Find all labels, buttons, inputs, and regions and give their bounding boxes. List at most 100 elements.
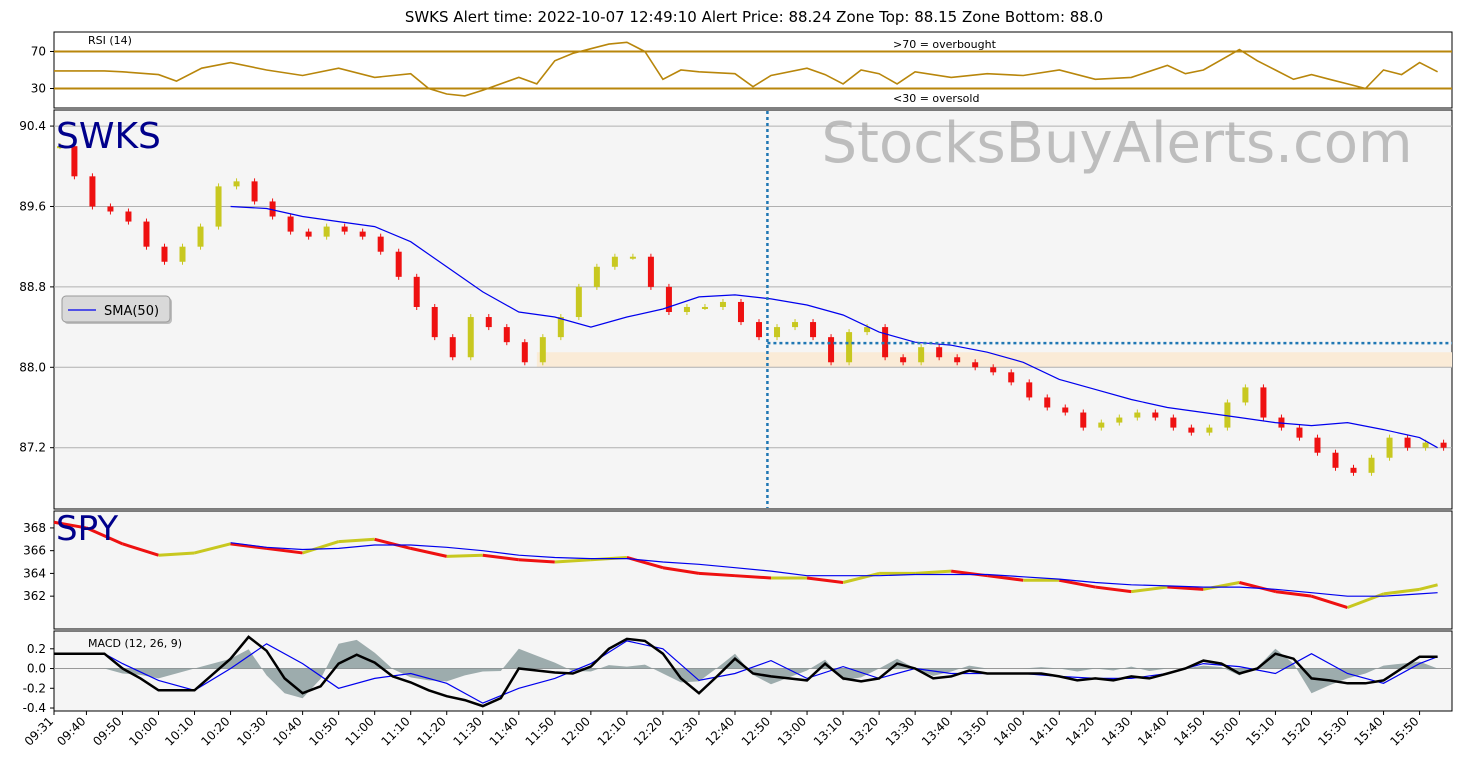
candle [1134,412,1141,418]
ticker-label-swks: SWKS [56,116,161,157]
x-tick-label: 10:20 [198,714,232,748]
x-tick-label: 14:30 [1099,714,1133,748]
candle [1062,407,1069,413]
x-tick-label: 12:40 [703,714,737,748]
candle [1440,442,1447,448]
candle [539,337,546,363]
candle [305,231,312,237]
candle [647,256,654,287]
candle [575,286,582,318]
candle [1026,382,1033,398]
candle [215,186,222,227]
x-tick-label: 12:50 [739,714,773,748]
candle [125,211,132,222]
candle [1260,387,1267,418]
macd-label: MACD (12, 26, 9) [88,637,182,650]
x-tick-label: 15:00 [1207,714,1241,748]
x-tick-label: 14:20 [1063,714,1097,748]
candle [359,231,366,237]
candle [161,246,168,262]
x-tick-label: 10:10 [162,714,196,748]
x-tick-label: 13:10 [811,714,845,748]
candle [1152,412,1159,418]
price-panel: StocksBuyAlerts.com 87.2 88.0 88.8 89.6 90.4… [19,109,1453,510]
x-tick-label: 11:30 [451,714,485,748]
candle [1170,417,1177,428]
candle [377,236,384,252]
candle [1422,442,1429,448]
rsi-panel: RSI (14) >70 = overbought <30 = oversold… [31,31,1453,109]
stock-alert-chart: SWKS Alert time: 2022-10-07 12:49:10 Ale… [19,8,1453,749]
candle [972,362,979,368]
x-tick-label: 09:50 [90,714,124,748]
x-tick-label: 12:10 [595,714,629,748]
ticker-label-spy: SPY [56,509,118,549]
x-tick-label: 11:40 [487,714,521,748]
chart-title: SWKS Alert time: 2022-10-07 12:49:10 Ale… [405,8,1103,26]
candle [1008,372,1015,383]
candle [341,226,348,232]
x-tick-label: 14:00 [991,714,1025,748]
spy-panel: 362 364 366 368 SPY [23,509,1453,630]
candle [1098,422,1105,428]
x-tick-label: 13:40 [919,714,953,748]
y-tick-label: 30 [31,82,46,96]
x-tick-label: 10:00 [126,714,160,748]
y-tick-label: 89.6 [19,199,46,213]
candle [467,317,474,358]
candle [1404,437,1411,448]
candle [756,322,762,338]
macd-panel: -0.4 -0.2 0.0 0.2 MACD (12, 26, 9) [23,630,1453,715]
candle [846,332,853,363]
rsi-label: RSI (14) [88,34,132,47]
y-tick-label: 0.0 [27,662,46,676]
candle [557,317,564,338]
x-tick-label: 14:40 [1135,714,1169,748]
x-tick-label: 10:50 [306,714,340,748]
candle [719,301,726,307]
candle [413,276,420,307]
x-tick-label: 12:20 [631,714,665,748]
candle [1116,417,1123,423]
candle [828,337,835,363]
x-tick-label: 10:40 [270,714,304,748]
x-tick-label: 09:40 [54,714,88,748]
candle [485,317,492,328]
candle [918,347,925,363]
y-tick-label: 87.2 [19,441,46,455]
candle [954,357,961,363]
candle [251,181,258,202]
y-tick-label: 362 [23,589,46,603]
y-tick-label: 364 [23,566,46,580]
candle [1368,457,1375,473]
candle [1314,437,1321,453]
candle [179,246,186,262]
candle [1188,427,1195,433]
x-tick-label: 14:50 [1171,714,1205,748]
x-tick-label: 11:10 [378,714,412,748]
y-tick-label: -0.2 [23,681,46,695]
candle [1332,452,1339,468]
x-tick-label: 12:00 [559,714,593,748]
overbought-label: >70 = overbought [893,38,997,51]
y-tick-label: 88.0 [19,360,46,374]
oversold-label: <30 = oversold [893,92,979,105]
candle [774,327,781,338]
sma-legend: SMA(50) [61,295,172,324]
candle [990,367,997,373]
candle [792,322,799,328]
candle [1296,427,1303,438]
candle [89,176,96,207]
candle [323,226,330,237]
watermark: StocksBuyAlerts.com [821,111,1412,176]
y-tick-label: 0.2 [27,642,46,656]
y-tick-label: -0.4 [23,701,46,715]
y-tick-label: 366 [23,544,46,558]
candle [683,306,690,313]
candle [1044,397,1051,408]
spy-price-segment [446,553,483,558]
x-tick-label: 13:50 [955,714,989,748]
x-tick-label: 11:20 [414,714,448,748]
candle [233,181,240,187]
x-axis: 09:3109:40 09:50 10:00 10:10 10:20 10:30 10:40… [22,711,1422,749]
